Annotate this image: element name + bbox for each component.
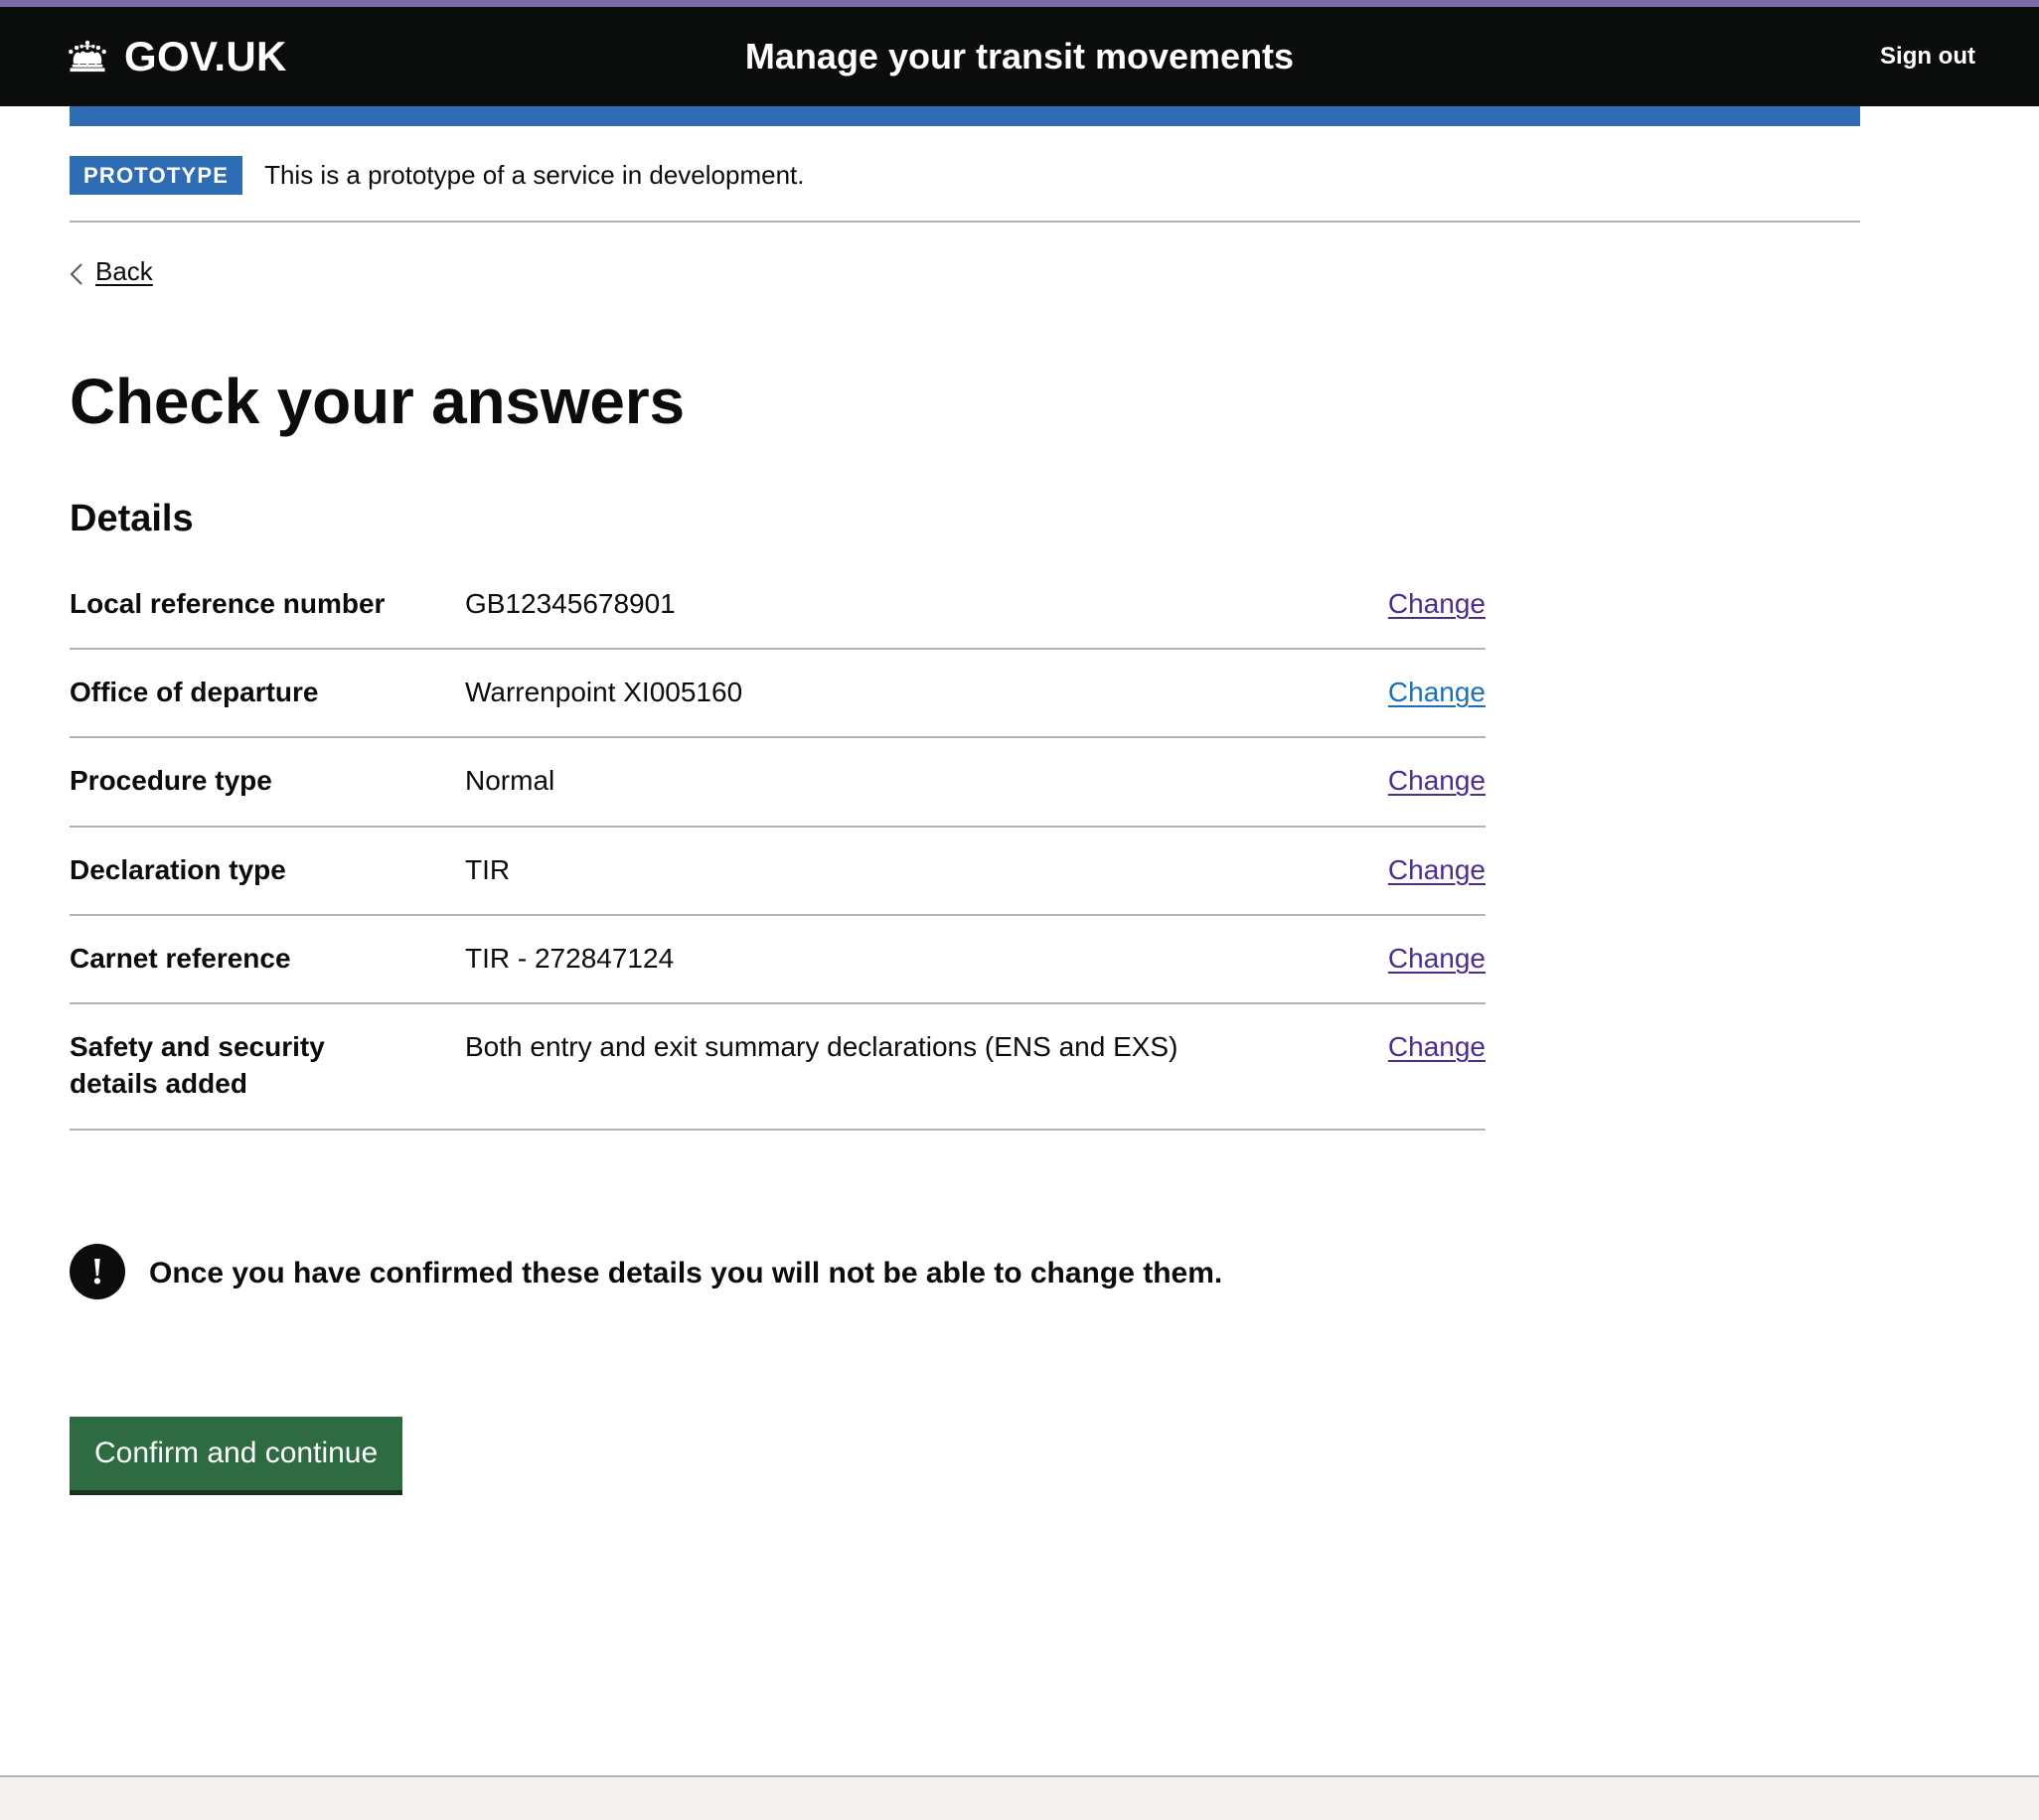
section-title-details: Details [70, 498, 1860, 541]
summary-row: Office of departure Warrenpoint XI005160… [70, 674, 1486, 738]
summary-value: Normal [465, 762, 1348, 799]
exclamation-icon: ! [70, 1244, 125, 1299]
back-link[interactable]: Back [70, 256, 153, 287]
change-link-carnet-reference[interactable]: Change [1388, 943, 1486, 974]
change-link-local-reference-number[interactable]: Change [1388, 588, 1486, 619]
summary-action: Change [1388, 585, 1486, 622]
service-navigation-bar [70, 106, 1860, 126]
govuk-footer [0, 1775, 2039, 1820]
phase-banner-text: This is a prototype of a service in deve… [264, 159, 804, 193]
summary-row: Declaration type TIR Change [70, 851, 1486, 916]
summary-key: Procedure type [70, 762, 425, 799]
back-link-label: Back [95, 256, 153, 287]
back-link-wrapper: Back [70, 223, 1860, 290]
summary-value: Both entry and exit summary declarations… [465, 1028, 1348, 1065]
change-link-procedure-type[interactable]: Change [1388, 765, 1486, 796]
main-content: Check your answers Details Local referen… [70, 290, 1860, 1495]
chevron-left-icon [70, 261, 83, 283]
summary-action: Change [1388, 940, 1486, 977]
summary-action: Change [1388, 762, 1486, 799]
page-title: Check your answers [70, 368, 1860, 437]
page-container: PROTOTYPE This is a prototype of a servi… [70, 126, 1860, 1495]
summary-key: Declaration type [70, 851, 425, 888]
summary-action: Change [1388, 851, 1486, 888]
change-link-declaration-type[interactable]: Change [1388, 854, 1486, 885]
confirm-and-continue-button[interactable]: Confirm and continue [70, 1417, 402, 1495]
summary-list: Local reference number GB12345678901 Cha… [70, 585, 1486, 1131]
govuk-logo-link[interactable]: GOV.UK [64, 36, 287, 77]
sign-out-link[interactable]: Sign out [1880, 43, 1975, 71]
crown-icon [64, 37, 111, 76]
summary-row: Carnet reference TIR - 272847124 Change [70, 940, 1486, 1004]
summary-value: TIR - 272847124 [465, 940, 1348, 977]
summary-value: Warrenpoint XI005160 [465, 674, 1348, 710]
top-accent-bar [0, 0, 2039, 7]
warning-message: Once you have confirmed these details yo… [149, 1248, 1222, 1292]
summary-key: Carnet reference [70, 940, 425, 977]
summary-row: Local reference number GB12345678901 Cha… [70, 585, 1486, 650]
phase-banner: PROTOTYPE This is a prototype of a servi… [70, 126, 1860, 223]
button-wrapper: Confirm and continue [70, 1417, 1860, 1495]
summary-action: Change [1388, 674, 1486, 710]
warning-text: ! Once you have confirmed these details … [70, 1248, 1860, 1299]
govuk-header: GOV.UK Manage your transit movements Sig… [0, 7, 2039, 106]
change-link-safety-and-security[interactable]: Change [1388, 1031, 1486, 1062]
summary-key: Safety and security details added [70, 1028, 425, 1102]
change-link-office-of-departure[interactable]: Change [1388, 677, 1486, 707]
phase-tag: PROTOTYPE [70, 156, 242, 195]
summary-value: TIR [465, 851, 1348, 888]
govuk-logo-text: GOV.UK [124, 36, 287, 77]
summary-value: GB12345678901 [465, 585, 1348, 622]
service-name-link[interactable]: Manage your transit movements [745, 36, 1294, 77]
summary-row: Procedure type Normal Change [70, 762, 1486, 827]
summary-row: Safety and security details added Both e… [70, 1028, 1486, 1130]
summary-action: Change [1388, 1028, 1486, 1065]
summary-key: Local reference number [70, 585, 425, 622]
summary-key: Office of departure [70, 674, 425, 710]
